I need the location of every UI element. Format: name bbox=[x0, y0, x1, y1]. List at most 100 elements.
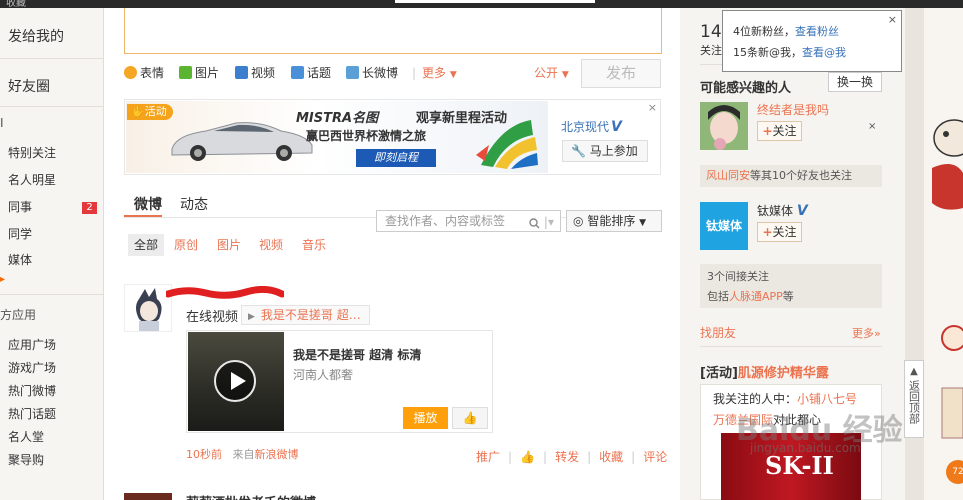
filter-all[interactable]: 全部 bbox=[128, 234, 165, 256]
thumb-up-icon[interactable]: 👍 bbox=[520, 450, 535, 464]
thumb-up-icon: ✋ bbox=[131, 105, 145, 118]
suggested-user-name[interactable]: 终结者是我吗 bbox=[757, 101, 829, 118]
play-button[interactable]: 播放 bbox=[403, 407, 448, 429]
chevron-down-icon: ▼ bbox=[639, 218, 647, 228]
sidebar-divider bbox=[700, 346, 882, 347]
close-icon[interactable]: × bbox=[648, 101, 657, 114]
nav-hot-weibo[interactable]: 热门微博 bbox=[8, 382, 56, 399]
post-client-link[interactable]: 新浪微博 bbox=[255, 448, 299, 461]
more-link[interactable]: 更多» bbox=[852, 325, 881, 341]
ad-image[interactable]: ✋活动 MISTRA名图 观享新里程活动 赢巴西世界杯激情之旅 即刻启程 bbox=[126, 101, 548, 173]
comment-action[interactable]: 评论 bbox=[643, 450, 667, 464]
filter-videos[interactable]: 视频 bbox=[259, 234, 283, 256]
video-card[interactable]: 我是不是搓哥 超清 标清 河南人都奢 播放 👍 bbox=[186, 330, 493, 433]
post-source-link[interactable]: ▶ 我是不是搓哥 超… bbox=[241, 305, 370, 325]
sort-icon: ◎ bbox=[573, 214, 584, 228]
mutual-friend-link[interactable]: 风山同安 bbox=[706, 169, 750, 182]
tab-dynamic[interactable]: 动态 bbox=[180, 194, 208, 214]
nav-hot-topics[interactable]: 热门话题 bbox=[8, 405, 56, 422]
ad-headline-2: 赢巴西世界杯激情之旅 bbox=[306, 129, 427, 143]
visibility-selector[interactable]: 公开 ▼ bbox=[534, 64, 569, 81]
ad-join-button[interactable]: 🔧 马上参加 bbox=[562, 140, 648, 162]
decorative-edge bbox=[924, 8, 963, 500]
like-button[interactable]: 👍 bbox=[452, 407, 488, 429]
nav-group-media[interactable]: 媒体 bbox=[8, 251, 32, 268]
nav-group-classmates[interactable]: 同学 bbox=[8, 225, 32, 242]
video-tool[interactable]: 视频 bbox=[235, 64, 275, 82]
more-tools[interactable]: | 更多 ▼ bbox=[412, 64, 457, 82]
image-tool[interactable]: 图片 bbox=[179, 64, 219, 82]
find-friends-link[interactable]: 找朋友 bbox=[700, 324, 736, 341]
nav-divider bbox=[0, 106, 103, 107]
smile-icon bbox=[124, 66, 137, 79]
arrow-up-icon: ▲ bbox=[910, 366, 918, 377]
emoji-tool[interactable]: 表情 bbox=[124, 64, 164, 82]
video-thumbnail[interactable] bbox=[188, 332, 284, 431]
back-to-top-button[interactable]: ▲ 返回顶部 bbox=[904, 360, 924, 438]
play-icon[interactable] bbox=[214, 360, 256, 402]
close-icon[interactable]: × bbox=[888, 13, 897, 26]
colleagues-count-badge: 2 bbox=[82, 202, 97, 214]
filter-music[interactable]: 音乐 bbox=[302, 234, 326, 256]
avatar[interactable] bbox=[124, 284, 172, 332]
activity-title[interactable]: [活动]肌源修护精华露 bbox=[700, 362, 829, 381]
post-composer-input[interactable] bbox=[124, 8, 662, 54]
count-badge[interactable]: 72 bbox=[946, 460, 963, 484]
suggested-user-name[interactable]: 钛媒体 V bbox=[757, 202, 808, 219]
nav-shopping-guide[interactable]: 聚导购 bbox=[8, 451, 44, 468]
view-mentions-link[interactable]: 查看@我 bbox=[802, 46, 846, 59]
avatar[interactable] bbox=[124, 493, 172, 500]
post-actions: 推广 | 👍 | 转发 | 收藏 | 评论 bbox=[476, 450, 668, 464]
nav-expand-icon[interactable]: ▸ bbox=[0, 274, 5, 285]
activity-user-link[interactable]: 小铺八七号 bbox=[797, 392, 857, 406]
nav-group-celebrities[interactable]: 名人明星 bbox=[8, 171, 56, 188]
ad-banner: ✋活动 MISTRA名图 观享新里程活动 赢巴西世界杯激情之旅 即刻启程 北京现… bbox=[124, 99, 661, 175]
chevron-down-icon[interactable]: |▾ bbox=[544, 212, 554, 232]
feed-search-input[interactable]: 查找作者、内容或标签 |▾ bbox=[376, 210, 561, 232]
indirect-user-link[interactable]: 人脉通APP bbox=[729, 290, 783, 303]
avatar[interactable]: 钛媒体 bbox=[700, 202, 748, 250]
favorite-action[interactable]: 收藏 bbox=[599, 450, 623, 464]
nav-app-square[interactable]: 应用广场 bbox=[8, 336, 56, 353]
publish-button[interactable]: 发布 bbox=[581, 59, 661, 88]
ad-advertiser[interactable]: 北京现代 V bbox=[561, 118, 622, 135]
nav-mentions[interactable]: 发给我的 bbox=[8, 26, 64, 46]
view-fans-link[interactable]: 查看粉丝 bbox=[795, 25, 839, 38]
video-title[interactable]: 我是不是搓哥 超清 标清 bbox=[293, 346, 421, 363]
nav-group-special[interactable]: 特别关注 bbox=[8, 144, 56, 161]
topic-tool[interactable]: 话题 bbox=[291, 64, 331, 82]
follow-count[interactable]: 14 bbox=[700, 22, 722, 42]
nav-friends-circle[interactable]: 好友圈 bbox=[8, 76, 50, 96]
search-icon[interactable] bbox=[529, 215, 540, 235]
baidu-watermark-url: jingyan.baidu.com bbox=[750, 441, 861, 455]
repost-action[interactable]: 转发 bbox=[555, 450, 579, 464]
promote-action[interactable]: 推广 bbox=[476, 450, 500, 464]
new-mentions-line: 15条新@我，查看@我 bbox=[733, 46, 846, 59]
post-time[interactable]: 10秒前 bbox=[186, 448, 222, 461]
smart-sort-dropdown[interactable]: ◎ 智能排序 ▼ bbox=[566, 210, 662, 232]
long-post-tool[interactable]: 长微博 bbox=[346, 64, 398, 82]
nav-hall-of-fame[interactable]: 名人堂 bbox=[8, 428, 44, 445]
follow-button[interactable]: +关注 bbox=[757, 222, 802, 242]
indirect-follow-note: 3个间接关注 包括人脉通APP等 bbox=[700, 264, 882, 308]
nav-group-colleagues[interactable]: 同事 bbox=[8, 198, 32, 215]
follow-button[interactable]: +关注 bbox=[757, 121, 802, 141]
play-small-icon: ▶ bbox=[248, 312, 255, 322]
avatar[interactable] bbox=[700, 102, 748, 150]
topic-icon bbox=[291, 66, 304, 79]
main-feed: 表情 图片 视频 话题 长微博 | 更多 ▼ 公开 ▼ 发布 ✋活动 MISTRA… bbox=[104, 8, 680, 500]
post-meta: 10秒前 来自新浪微博 bbox=[186, 448, 299, 461]
filter-images[interactable]: 图片 bbox=[217, 234, 241, 256]
mutual-friends-note: 风山同安等其10个好友也关注 bbox=[700, 165, 882, 187]
follow-label[interactable]: 关注 bbox=[700, 42, 722, 58]
next-post-title[interactable]: 莉莉酒批发老壬的微博 bbox=[186, 492, 316, 500]
nav-game-square[interactable]: 游戏广场 bbox=[8, 359, 56, 376]
world-cup-graphic bbox=[476, 120, 538, 169]
filter-original[interactable]: 原创 bbox=[174, 234, 198, 256]
swap-button[interactable]: 换一换 bbox=[828, 72, 882, 92]
verified-icon: V bbox=[796, 203, 808, 219]
tab-weibo[interactable]: 微博 bbox=[134, 194, 162, 214]
post-source-label: 在线视频 bbox=[186, 310, 239, 325]
ad-cta-button[interactable]: 即刻启程 bbox=[356, 149, 436, 167]
close-icon[interactable]: × bbox=[868, 121, 876, 132]
